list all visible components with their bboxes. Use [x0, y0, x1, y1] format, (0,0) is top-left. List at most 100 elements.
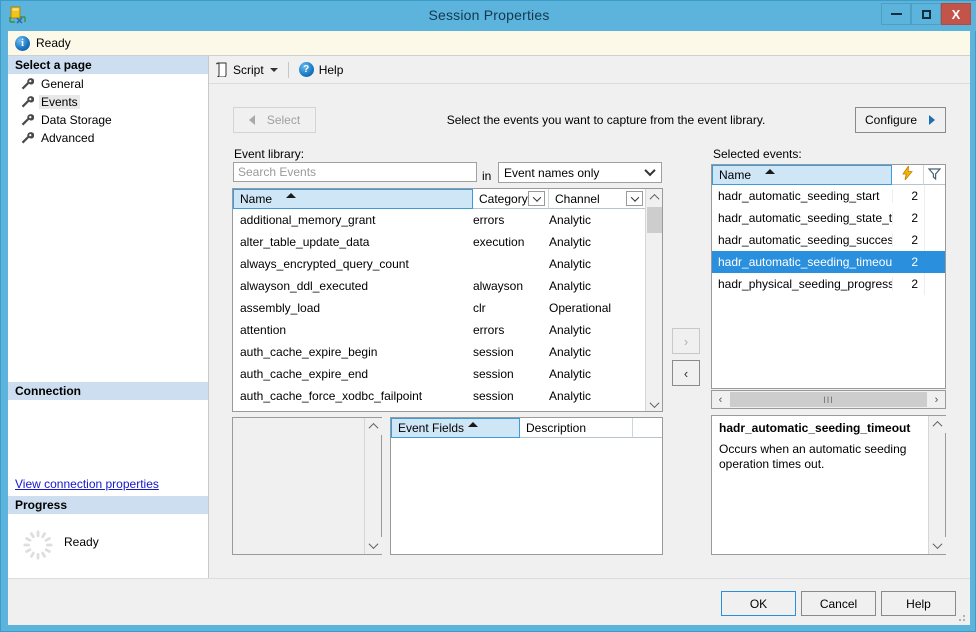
category-filter-dropdown[interactable] — [528, 191, 545, 206]
table-row[interactable]: always_encrypted_query_count Analytic — [233, 253, 662, 275]
event-library-label: Event library: — [234, 147, 305, 161]
event-name-cell: auth_cache_expire_begin — [240, 345, 378, 359]
column-header-spacer — [633, 418, 662, 438]
help-button-footer[interactable]: Help — [881, 591, 956, 616]
chevron-down-icon — [532, 192, 541, 202]
column-header-actions[interactable] — [892, 165, 924, 185]
script-button[interactable]: Script — [209, 59, 284, 81]
resize-grip[interactable] — [955, 611, 967, 623]
remove-event-button[interactable]: ‹ — [672, 360, 700, 386]
table-row[interactable]: additional_memory_grant errors Analytic — [233, 209, 662, 231]
column-header-filter[interactable] — [924, 165, 945, 185]
event-channel-cell: Analytic — [549, 367, 592, 381]
scroll-down-button[interactable] — [646, 396, 662, 411]
chevron-down-icon — [644, 164, 656, 177]
channel-filter-dropdown[interactable] — [626, 191, 643, 206]
search-scope-select[interactable]: Event names only — [498, 162, 662, 183]
column-header-channel[interactable]: Channel — [549, 189, 647, 209]
table-row[interactable]: hadr_physical_seeding_progress 2 — [712, 273, 945, 295]
sidebar-item-general[interactable]: General — [8, 76, 208, 92]
selected-events-grid[interactable]: Name hadr_automatic_seeding_start 2 hadr_a… — [711, 164, 946, 389]
table-row[interactable]: auth_cache_expire_end session Analytic — [233, 363, 662, 385]
event-library-scrollbar[interactable] — [645, 189, 662, 411]
selected-events-hscrollbar[interactable]: ‹ III › — [711, 390, 946, 409]
window-title: Session Properties — [428, 7, 550, 23]
select-step-button[interactable]: Select — [233, 107, 316, 133]
selected-event-action-count-cell: 2 — [892, 233, 924, 247]
table-row[interactable]: assembly_load clr Operational — [233, 297, 662, 319]
sidebar-item-data-storage[interactable]: Data Storage — [8, 112, 208, 128]
cancel-button[interactable]: Cancel — [801, 591, 876, 616]
table-row[interactable]: alwayson_ddl_executed alwayson Analytic — [233, 275, 662, 297]
add-event-button[interactable]: › — [672, 328, 700, 354]
table-row[interactable]: hadr_automatic_seeding_start 2 — [712, 185, 945, 207]
event-fields-header-row: Event Fields Description — [391, 418, 662, 438]
minimize-button[interactable] — [881, 3, 911, 25]
column-header-event-fields[interactable]: Event Fields — [391, 418, 520, 438]
event-category-cell: errors — [473, 323, 505, 337]
table-row[interactable]: auth_cache_expire_begin session Analytic — [233, 341, 662, 363]
chevron-left-icon — [248, 115, 255, 125]
view-connection-properties-link[interactable]: View connection properties — [15, 477, 159, 491]
scroll-left-button[interactable]: ‹ — [712, 391, 729, 408]
column-header-name[interactable]: Name — [233, 189, 473, 209]
status-text: Ready — [36, 36, 71, 50]
table-row[interactable]: auth_cache_force_xodbc_failpoint session A… — [233, 385, 662, 407]
event-category-cell: alwayson — [473, 279, 524, 293]
funnel-icon — [927, 167, 942, 183]
table-row[interactable]: hadr_automatic_seeding_timeout 2 — [712, 251, 945, 273]
close-button[interactable]: X — [941, 3, 971, 25]
event-channel-cell: Operational — [549, 301, 612, 315]
event-channel-cell: Analytic — [549, 323, 592, 337]
table-row[interactable]: hadr_automatic_seeding_success 2 — [712, 229, 945, 251]
event-channel-cell: Analytic — [549, 279, 592, 293]
event-category-cell: session — [473, 389, 514, 403]
hscrollbar-thumb[interactable]: III — [730, 392, 927, 407]
event-categories-list[interactable] — [232, 417, 382, 555]
table-row[interactable]: attention errors Analytic — [233, 319, 662, 341]
chevron-down-icon — [630, 192, 639, 202]
event-fields-grid[interactable]: Event Fields Description — [390, 417, 663, 555]
search-scope-in-label: in — [482, 169, 492, 183]
description-scrollbar[interactable] — [928, 416, 946, 554]
sidebar-item-advanced[interactable]: Advanced — [8, 130, 208, 146]
wrench-icon — [20, 131, 35, 145]
event-name-cell: auth_cache_expire_end — [240, 367, 369, 381]
selected-event-name-cell: hadr_automatic_seeding_start — [718, 189, 880, 203]
sidebar-item-label: Advanced — [41, 131, 95, 145]
event-library-grid[interactable]: Name Category Channel additional_memory_… — [232, 188, 663, 412]
table-row[interactable]: alter_table_update_data execution Analytic — [233, 231, 662, 253]
search-input[interactable]: Search Events — [233, 162, 477, 182]
column-header-category[interactable]: Category — [473, 189, 549, 209]
configure-step-button[interactable]: Configure — [855, 107, 946, 133]
help-button[interactable]: ? Help — [293, 59, 350, 81]
maximize-button[interactable] — [911, 3, 941, 25]
table-row[interactable]: hadr_automatic_seeding_state_tra...2 — [712, 207, 945, 229]
column-header-label: Event Fields — [398, 421, 465, 435]
search-scope-value: Event names only — [504, 165, 600, 180]
column-header-label: Name — [240, 192, 273, 206]
configure-step-label: Configure — [865, 113, 918, 127]
event-library-header-row: Name Category Channel — [233, 189, 662, 209]
selected-event-filter-cell — [924, 207, 944, 229]
scrollbar-thumb[interactable] — [647, 207, 662, 233]
wrench-icon — [20, 113, 35, 127]
event-categories-scrollbar[interactable] — [364, 418, 382, 554]
scroll-down-button[interactable] — [365, 537, 382, 554]
column-header-description[interactable]: Description — [520, 418, 633, 438]
toolbar-separator — [287, 61, 289, 78]
sidebar-item-events[interactable]: Events — [8, 94, 208, 110]
scroll-up-button[interactable] — [929, 416, 946, 433]
wizard-caption: Select the events you want to capture fr… — [446, 113, 766, 127]
scroll-up-button[interactable] — [365, 418, 382, 435]
selected-event-action-count-cell: 2 — [892, 211, 924, 225]
help-label: Help — [318, 62, 344, 77]
ok-button[interactable]: OK — [721, 591, 796, 616]
scroll-right-button[interactable]: › — [928, 391, 945, 408]
progress-status-text: Ready — [64, 535, 99, 549]
scroll-up-button[interactable] — [646, 189, 662, 206]
column-header-name[interactable]: Name — [712, 165, 892, 185]
event-name-cell: auth_cache_force_xodbc_failpoint — [240, 389, 423, 403]
scroll-down-button[interactable] — [929, 537, 946, 554]
selected-events-label: Selected events: — [713, 147, 802, 161]
